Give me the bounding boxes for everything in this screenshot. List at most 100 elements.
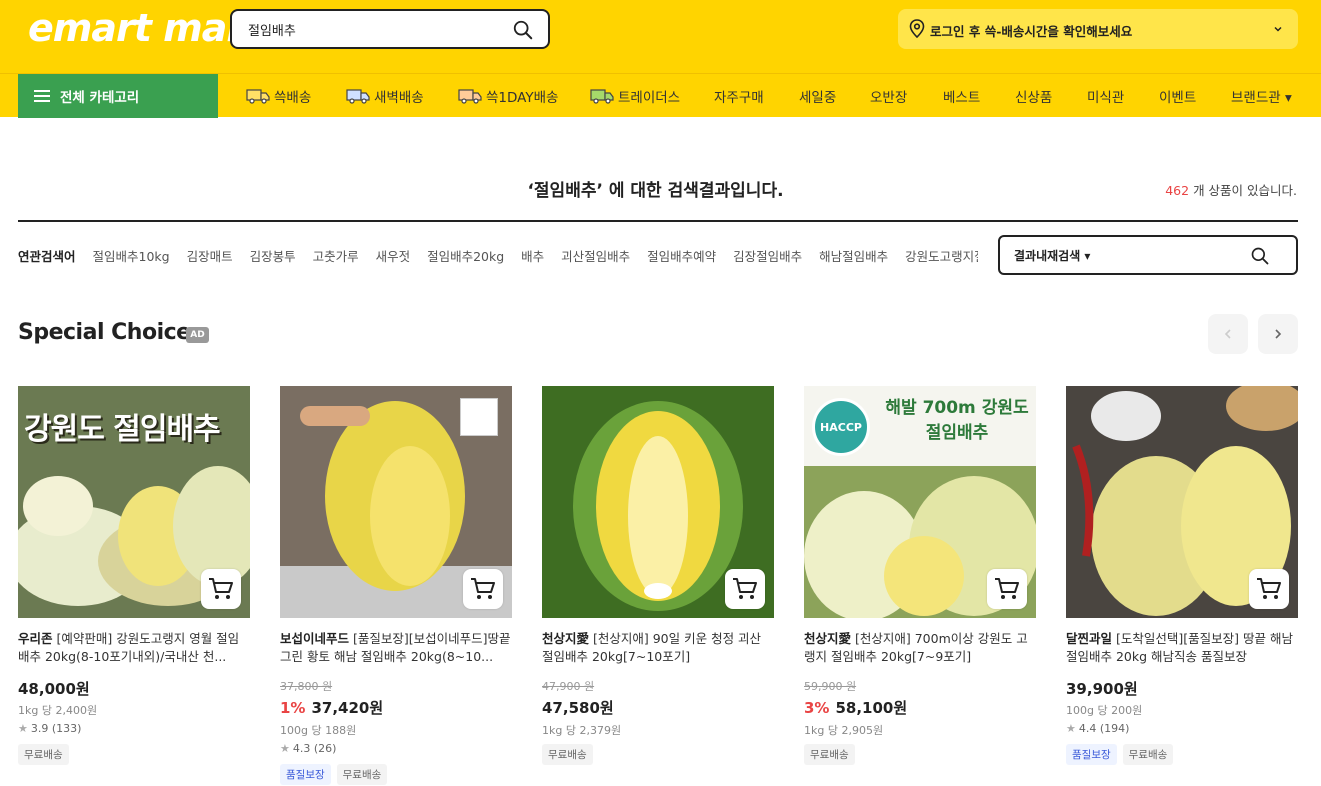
related-keyword[interactable]: 김장매트 — [187, 249, 233, 264]
related-keyword[interactable]: 새우젓 — [376, 249, 411, 264]
cart-icon — [995, 578, 1019, 599]
menu-icon — [34, 90, 50, 102]
unit-price: 100g 당 188원 — [280, 724, 357, 737]
free-shipping-tag: 무료배송 — [336, 764, 388, 785]
product-card[interactable]: 달찐과일 [도착일선택][품질보장] 땅끝 해남 절임배추 20kg 해남직송 … — [1066, 386, 1298, 786]
brand-logo-box — [460, 398, 498, 436]
search-within-results[interactable]: 결과내재검색 ▾ — [998, 235, 1298, 275]
product-card[interactable]: 천상지愛 [천상지애] 90일 키운 청정 괴산 절임배추 20kg[7~10포… — [542, 386, 774, 786]
related-keyword[interactable]: 해남절임배추 — [819, 249, 888, 264]
product-image[interactable]: HACCP 해발 700m 강원도 절임배추 — [804, 386, 1036, 618]
carousel-prev-button[interactable] — [1208, 314, 1248, 354]
nav-label: 새벽배송 — [374, 90, 424, 106]
nav-obanjang[interactable]: 오반장 — [870, 74, 907, 118]
related-keyword[interactable]: 절임배추20kg — [427, 249, 504, 264]
nav-frequent[interactable]: 자주구매 — [714, 74, 764, 118]
product-card[interactable]: 강원도 절임배추 우리존 [예약판매] 강원도고랭지 영월 절임배추 20kg(… — [18, 386, 250, 786]
product-brand: 달찐과일 — [1066, 631, 1113, 646]
truck-icon — [246, 89, 270, 104]
nav-ssg-delivery[interactable]: 쓱배송 — [246, 74, 311, 118]
add-to-cart-button[interactable] — [201, 569, 241, 609]
related-keyword[interactable]: 김장봉투 — [250, 249, 296, 264]
rating-value: 3.9 (133) — [30, 722, 82, 735]
quality-guarantee-tag: 품질보장 — [1066, 744, 1117, 765]
divider — [18, 220, 1298, 222]
nav-traders[interactable]: 트레이더스 — [590, 74, 680, 118]
product-card[interactable]: HACCP 해발 700m 강원도 절임배추 천상지愛 [천상지애] 700m이… — [804, 386, 1036, 786]
related-keyword[interactable]: 절임배추예약 — [647, 249, 716, 264]
cart-icon — [1257, 578, 1281, 599]
product-brand: 보섭이네푸드 — [280, 631, 350, 646]
discount-rate: 1% — [280, 699, 306, 717]
cart-icon — [471, 578, 495, 599]
related-keyword[interactable]: 강원도고랭지절임배추 — [905, 249, 978, 264]
product-name[interactable]: 천상지愛 [천상지애] 700m이상 강원도 고랭지 절임배추 20kg[7~9… — [804, 630, 1036, 666]
nav-1day-delivery[interactable]: 쓱1DAY배송 — [458, 74, 558, 118]
product-brand: 우리존 — [18, 631, 53, 646]
product-image[interactable] — [1066, 386, 1298, 618]
location-pin-icon — [909, 19, 925, 39]
delivery-text: 로그인 후 쓱-배송시간을 확인해보세요 — [930, 24, 1133, 39]
nav-new[interactable]: 신상품 — [1015, 74, 1052, 118]
nav-brand[interactable]: 브랜드관 ▾ — [1231, 74, 1292, 118]
product-tags: 무료배송 — [542, 744, 593, 765]
result-count-suffix: 개 상품이 있습니다. — [1189, 183, 1297, 198]
quality-guarantee-tag: 품질보장 — [280, 764, 331, 785]
carousel-next-button[interactable] — [1258, 314, 1298, 354]
product-price: 47,580원 — [542, 699, 614, 717]
free-shipping-tag: 무료배송 — [18, 744, 69, 765]
nav-gourmet[interactable]: 미식관 — [1087, 74, 1124, 118]
search-within-select[interactable]: 결과내재검색 ▾ — [1014, 247, 1090, 264]
product-name[interactable]: 달찐과일 [도착일선택][품질보장] 땅끝 해남 절임배추 20kg 해남직송 … — [1066, 630, 1298, 666]
related-keyword[interactable]: 고춧가루 — [313, 249, 359, 264]
related-keyword[interactable]: 배추 — [521, 249, 544, 264]
nav-dawn-delivery[interactable]: 새벽배송 — [346, 74, 424, 118]
nav-event[interactable]: 이벤트 — [1159, 74, 1196, 118]
product-name[interactable]: 천상지愛 [천상지애] 90일 키운 청정 괴산 절임배추 20kg[7~10포… — [542, 630, 774, 666]
product-image[interactable]: 강원도 절임배추 — [18, 386, 250, 618]
nav-best[interactable]: 베스트 — [943, 74, 980, 118]
special-choice-title: Special Choice — [18, 320, 191, 345]
sale-price: 37,420원 — [311, 699, 384, 717]
search-icon[interactable] — [512, 19, 534, 41]
product-tags: 무료배송 — [804, 744, 855, 765]
product-brand: 천상지愛 — [542, 631, 590, 646]
product-image[interactable] — [280, 386, 512, 618]
result-count-number: 462 — [1165, 183, 1190, 198]
all-category-button[interactable]: 전체 카테고리 — [18, 74, 218, 118]
original-price: 47,900 원 — [542, 680, 595, 693]
original-price: 37,800 원 — [280, 680, 333, 693]
all-category-label: 전체 카테고리 — [60, 90, 140, 106]
add-to-cart-button[interactable] — [1249, 569, 1289, 609]
product-name[interactable]: 우리존 [예약판매] 강원도고랭지 영월 절임배추 20kg(8-10포기내외)… — [18, 630, 250, 666]
product-rating: ★ 3.9 (133) — [18, 722, 81, 735]
add-to-cart-button[interactable] — [463, 569, 503, 609]
add-to-cart-button[interactable] — [725, 569, 765, 609]
product-tags: 무료배송 — [18, 744, 69, 765]
product-card[interactable]: 보섭이네푸드 [품질보장][보섭이네푸드]땅끝그린 황토 해남 절임배추 20k… — [280, 386, 512, 786]
chevron-left-icon — [1224, 329, 1231, 339]
nav-sale[interactable]: 세일중 — [799, 74, 836, 118]
related-keyword[interactable]: 절임배추10kg — [93, 249, 170, 264]
product-brand: 천상지愛 — [804, 631, 852, 646]
free-shipping-tag: 무료배송 — [1122, 744, 1174, 765]
delivery-time-banner[interactable]: 로그인 후 쓱-배송시간을 확인해보세요 — [898, 9, 1298, 49]
discount-rate: 3% — [804, 699, 830, 717]
rating-value: 4.4 (194) — [1078, 722, 1130, 735]
emart-mall-logo[interactable]: emart mall — [28, 6, 251, 52]
product-name[interactable]: 보섭이네푸드 [품질보장][보섭이네푸드]땅끝그린 황토 해남 절임배추 20k… — [280, 630, 512, 666]
star-icon: ★ — [280, 742, 290, 755]
add-to-cart-button[interactable] — [987, 569, 1027, 609]
search-input[interactable] — [248, 19, 508, 39]
chevron-down-icon[interactable] — [1272, 23, 1284, 35]
result-count: 462 개 상품이 있습니다. — [1165, 180, 1297, 199]
search-icon[interactable] — [1250, 246, 1270, 266]
product-image[interactable] — [542, 386, 774, 618]
product-price: 39,900원 — [1066, 680, 1138, 698]
related-keyword[interactable]: 괴산절임배추 — [561, 249, 630, 264]
related-keyword[interactable]: 김장절임배추 — [733, 249, 802, 264]
truck-icon — [346, 89, 370, 104]
rating-value: 4.3 (26) — [292, 742, 337, 755]
product-price: 48,000원 — [18, 680, 90, 698]
search-bar[interactable] — [230, 9, 550, 49]
